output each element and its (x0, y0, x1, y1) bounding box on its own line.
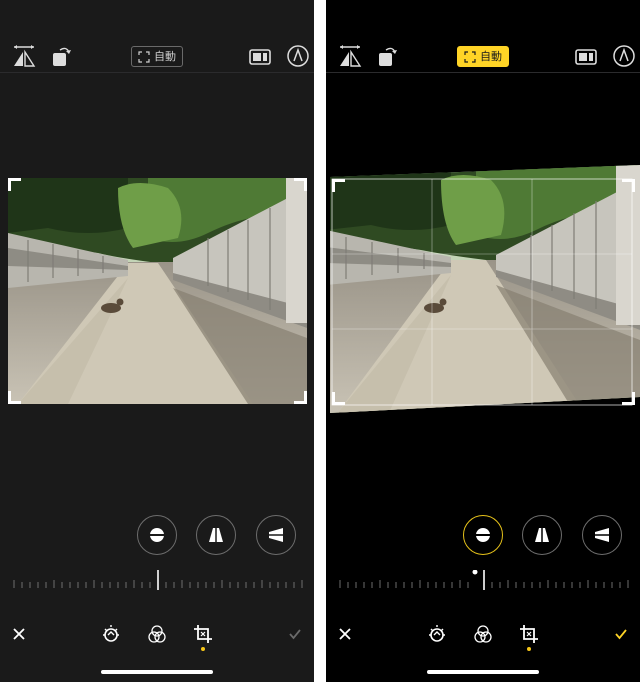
crop-corner-bottom-right[interactable] (294, 391, 307, 404)
top-toolbar: 自動 (326, 0, 640, 73)
auto-straighten-button[interactable]: 自動 (131, 46, 183, 67)
crop-frame-icon (138, 50, 150, 63)
horizontal-perspective-button[interactable] (256, 515, 296, 555)
crop-icon[interactable] (193, 624, 213, 644)
markup-icon[interactable] (612, 44, 636, 68)
temple-path-photo (8, 178, 307, 404)
horizontal-perspective-button[interactable] (582, 515, 622, 555)
home-indicator (101, 670, 213, 674)
crop-corner-bottom-left[interactable] (332, 392, 345, 405)
vertical-perspective-button[interactable] (196, 515, 236, 555)
auto-straighten-button[interactable]: 自動 (457, 46, 509, 67)
straighten-icon (474, 528, 492, 542)
top-toolbar: 自動 (0, 0, 314, 73)
crop-corner-top-left[interactable] (8, 178, 21, 191)
crop-frame-icon (464, 50, 476, 63)
auto-label: 自動 (480, 50, 502, 63)
adjust-slider[interactable] (0, 570, 314, 592)
left-screen: 自動 (0, 0, 314, 682)
vertical-perspective-button[interactable] (522, 515, 562, 555)
aspect-ratio-icon[interactable] (574, 44, 598, 68)
rotate-icon[interactable] (50, 44, 74, 68)
crop-corner-top-right[interactable] (294, 178, 307, 191)
selected-tab-indicator (201, 647, 205, 651)
crop-corner-top-right[interactable] (622, 179, 635, 192)
crop-corner-bottom-right[interactable] (622, 392, 635, 405)
auto-label: 自動 (154, 50, 176, 63)
vertical-perspective-icon (209, 526, 223, 544)
rotate-icon[interactable] (376, 44, 400, 68)
markup-icon[interactable] (286, 44, 310, 68)
straighten-button[interactable] (463, 515, 503, 555)
filters-icon[interactable] (147, 624, 167, 644)
crop-corner-top-left[interactable] (332, 179, 345, 192)
straighten-button[interactable] (137, 515, 177, 555)
temple-path-photo-corrected (330, 165, 640, 413)
crop-corner-bottom-left[interactable] (8, 391, 21, 404)
vertical-perspective-icon (535, 526, 549, 544)
photo-preview (8, 178, 307, 404)
aspect-ratio-icon[interactable] (248, 44, 272, 68)
adjust-icon[interactable] (427, 624, 447, 644)
crop-icon[interactable] (519, 624, 539, 644)
close-icon[interactable] (9, 624, 29, 644)
selected-tab-indicator (527, 647, 531, 651)
horizontal-perspective-icon (267, 528, 285, 542)
done-icon[interactable] (611, 624, 631, 644)
adjust-icon[interactable] (101, 624, 121, 644)
done-icon[interactable] (285, 624, 305, 644)
adjust-slider[interactable] (326, 570, 640, 592)
right-screen: 自動 (326, 0, 640, 682)
filters-icon[interactable] (473, 624, 493, 644)
straighten-icon (148, 528, 166, 542)
home-indicator (427, 670, 539, 674)
close-icon[interactable] (335, 624, 355, 644)
photo-preview (326, 165, 640, 415)
flip-horizontal-icon[interactable] (338, 44, 362, 68)
horizontal-perspective-icon (593, 528, 611, 542)
slider-origin-dot (472, 570, 478, 575)
flip-horizontal-icon[interactable] (12, 44, 36, 68)
